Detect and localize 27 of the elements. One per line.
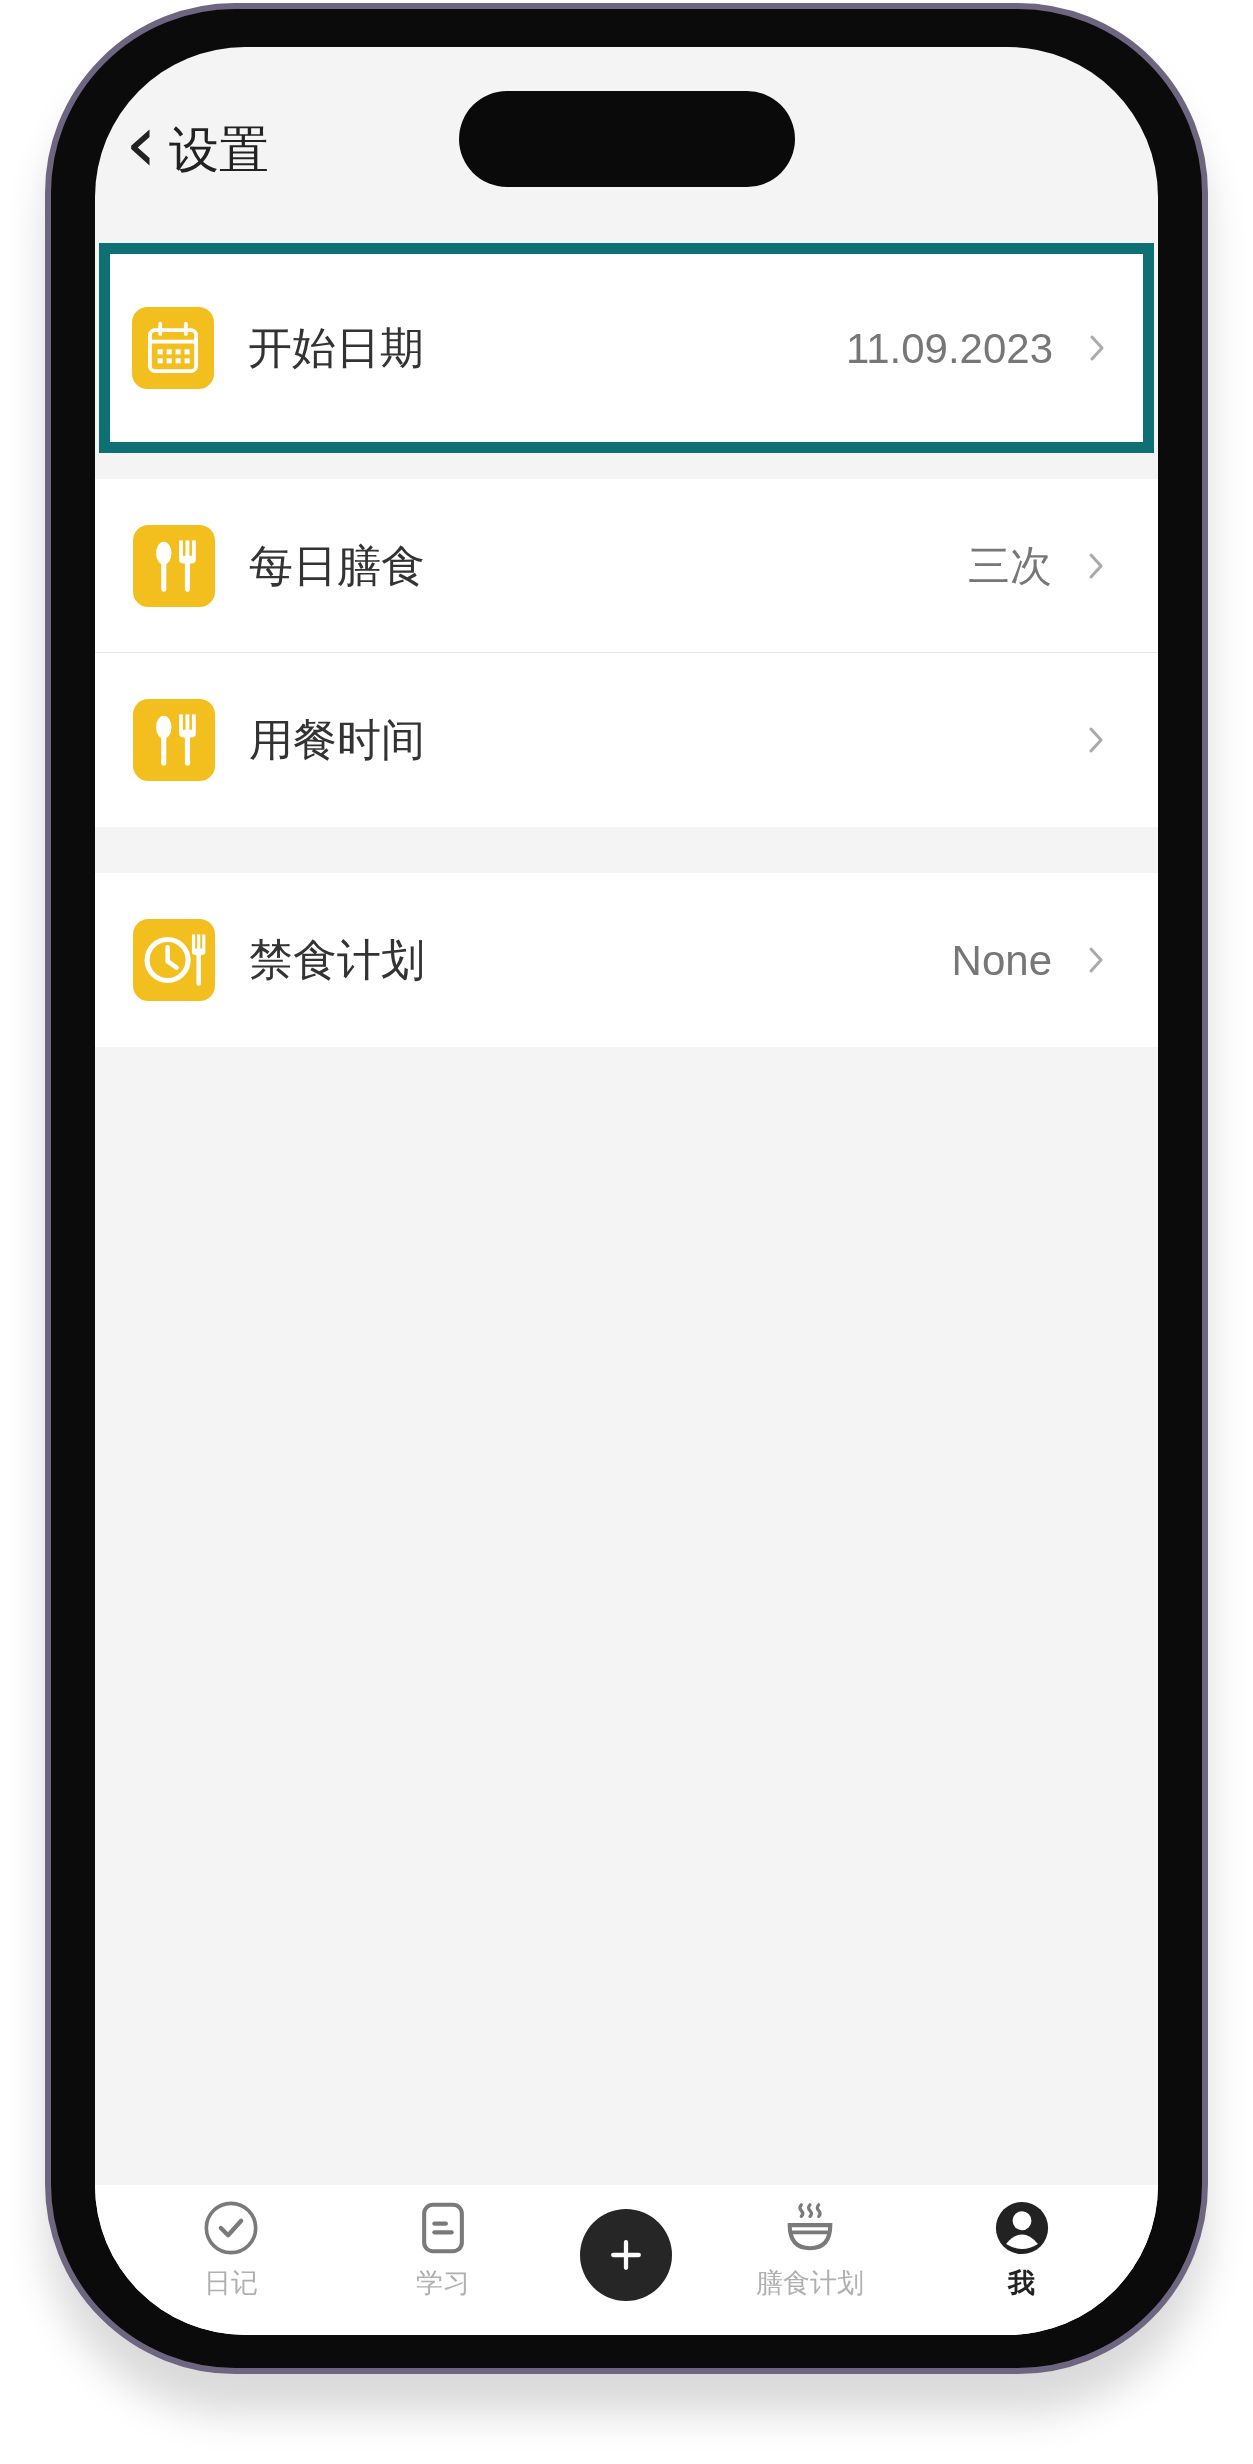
row-value: 11.09.2023 [845, 323, 1053, 374]
tab-item[interactable]: 我 [946, 2199, 1097, 2304]
tab-label: 日记 [204, 2267, 259, 2300]
tab-label: 膳食计划 [755, 2267, 864, 2300]
row-value: 三次 [968, 541, 1052, 591]
calendar-icon [132, 307, 214, 389]
page-title: 设置 [169, 120, 269, 180]
tab-label: 学习 [416, 2267, 471, 2300]
row-value: None [951, 935, 1052, 986]
row-label: 禁食计划 [249, 934, 425, 986]
back-button[interactable]: ‹ [125, 104, 157, 184]
tab-label: 我 [1008, 2267, 1036, 2300]
row-label: 开始日期 [248, 322, 424, 374]
fork-spoon-icon [133, 699, 215, 781]
fork-spoon-icon [133, 524, 215, 607]
chevron-right-icon [1088, 551, 1104, 580]
settings-row[interactable]: 开始日期 11.09.2023 [99, 243, 1154, 453]
settings-row[interactable]: 禁食计划 None [95, 873, 1158, 1047]
chevron-right-icon [1088, 726, 1104, 754]
chevron-right-icon [1088, 946, 1104, 974]
chevron-right-icon [1089, 334, 1105, 362]
row-label: 每日膳食 [249, 539, 425, 592]
settings-row[interactable]: 用餐时间 [95, 653, 1158, 827]
clock-fork-icon [133, 919, 215, 1001]
settings-row[interactable]: 每日膳食 三次 [95, 479, 1158, 653]
row-label: 用餐时间 [249, 714, 425, 766]
plus-icon [610, 2239, 643, 2271]
